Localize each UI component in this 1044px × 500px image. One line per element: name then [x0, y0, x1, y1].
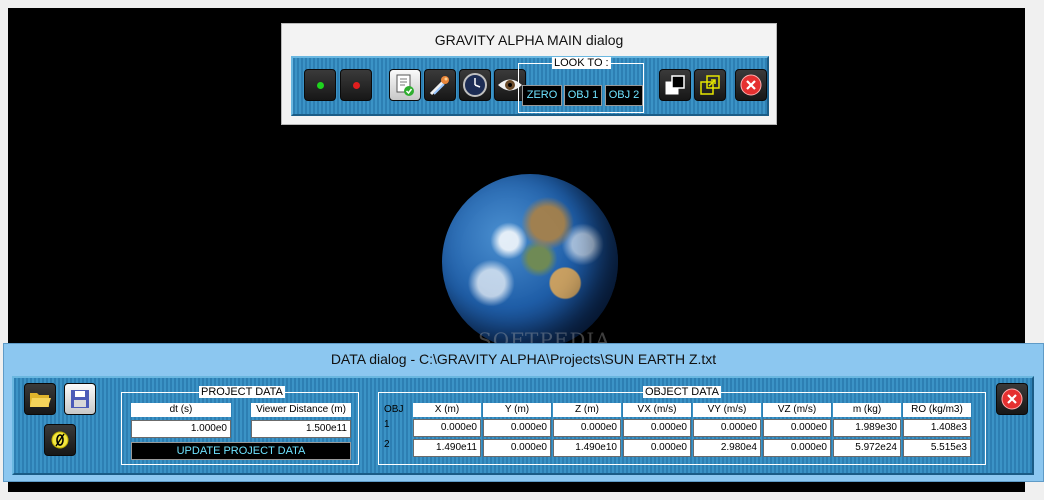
window-overlap-button[interactable]: [659, 69, 691, 101]
object-data-group: OBJECT DATA OBJ X (m) Y (m) Z (m) VX (m/s) V…: [378, 386, 986, 465]
object-cell-input[interactable]: 0.000e0: [413, 419, 481, 437]
object-column-header: VX (m/s): [623, 403, 691, 417]
main-toolbar: LOOK TO : ZERO OBJ 1 OBJ 2: [291, 56, 769, 116]
look-zero-button[interactable]: ZERO: [522, 85, 562, 106]
close-main-button[interactable]: [735, 69, 767, 101]
main-dialog: GRAVITY ALPHA MAIN dialog LOOK TO: ZERO…: [281, 23, 777, 125]
clock-button[interactable]: [459, 69, 491, 101]
object-column-header: Y (m): [483, 403, 551, 417]
viewer-distance-label: Viewer Distance (m): [251, 403, 351, 417]
object-column-header: X (m): [413, 403, 481, 417]
comet-icon: [429, 76, 449, 96]
green-dot-icon: [316, 81, 324, 89]
object-cell-input[interactable]: 0.000e0: [623, 439, 691, 457]
object-cell-input[interactable]: 1.408e3: [903, 419, 971, 437]
object-cell-input[interactable]: 0.000e0: [763, 439, 831, 457]
object-cell-input[interactable]: 1.490e10: [553, 439, 621, 457]
project-data-group: PROJECT DATA dt (s) Viewer Distance (m) …: [121, 386, 359, 465]
start-button[interactable]: [304, 69, 336, 101]
close-icon: [740, 74, 762, 96]
look-obj2-button[interactable]: OBJ 2: [605, 85, 643, 106]
document-check-icon: [396, 74, 414, 96]
object-row-id: 1: [384, 419, 390, 430]
data-dialog-title: DATA dialog - C:\GRAVITY ALPHA\Projects\…: [330, 351, 717, 367]
null-circle-icon: [51, 431, 69, 449]
object-cell-input[interactable]: 0.000e0: [763, 419, 831, 437]
object-cell-input[interactable]: 0.000e0: [553, 419, 621, 437]
object-column-header: Z (m): [553, 403, 621, 417]
object-column-header: RO (kg/m3): [903, 403, 971, 417]
folder-icon: [30, 393, 51, 407]
object-cell-input[interactable]: 1.490e11: [413, 439, 481, 457]
object-cell-input[interactable]: 1.989e30: [833, 419, 901, 437]
red-dot-icon: [352, 81, 360, 89]
dt-input[interactable]: 1.000e0: [131, 420, 231, 438]
overlap-windows-icon: [665, 75, 685, 95]
object-column-header: VY (m/s): [693, 403, 761, 417]
obj-column-header: OBJ: [384, 404, 404, 415]
look-obj1-button[interactable]: OBJ 1: [564, 85, 602, 106]
data-dialog: DATA dialog - C:\GRAVITY ALPHA\Projects\…: [3, 343, 1044, 482]
expand-window-icon: [700, 75, 720, 95]
earth-object: [442, 174, 618, 350]
object-cell-input[interactable]: 0.000e0: [623, 419, 691, 437]
object-cell-input[interactable]: 2.980e4: [693, 439, 761, 457]
floppy-disk-icon: [71, 390, 89, 408]
update-project-data-button[interactable]: UPDATE PROJECT DATA: [131, 442, 351, 460]
viewer-distance-input[interactable]: 1.500e11: [251, 420, 351, 438]
object-row-id: 2: [384, 439, 390, 450]
look-to-label: LOOK TO :: [552, 57, 611, 69]
object-column-header: VZ (m/s): [763, 403, 831, 417]
look-to-group: LOOK TO : ZERO OBJ 1 OBJ 2: [518, 57, 644, 113]
object-cell-input[interactable]: 0.000e0: [483, 419, 551, 437]
comet-button[interactable]: [424, 69, 456, 101]
maximize-button[interactable]: [694, 69, 726, 101]
object-cell-input[interactable]: 5.515e3: [903, 439, 971, 457]
object-column-header: m (kg): [833, 403, 901, 417]
object-cell-input[interactable]: 0.000e0: [693, 419, 761, 437]
dt-label: dt (s): [131, 403, 231, 417]
main-dialog-title: GRAVITY ALPHA MAIN dialog: [434, 32, 624, 48]
data-panel: PROJECT DATA dt (s) Viewer Distance (m) …: [12, 376, 1034, 475]
object-data-label: OBJECT DATA: [643, 386, 721, 398]
close-icon: [1001, 388, 1023, 410]
clock-icon: [463, 73, 487, 97]
document-check-button[interactable]: [389, 69, 421, 101]
close-data-button[interactable]: [996, 383, 1028, 415]
save-file-button[interactable]: [64, 383, 96, 415]
object-cell-input[interactable]: 0.000e0: [483, 439, 551, 457]
object-cell-input[interactable]: 5.972e24: [833, 439, 901, 457]
reset-button[interactable]: [44, 424, 76, 456]
stop-button[interactable]: [340, 69, 372, 101]
open-file-button[interactable]: [24, 383, 56, 415]
project-data-label: PROJECT DATA: [199, 386, 285, 398]
